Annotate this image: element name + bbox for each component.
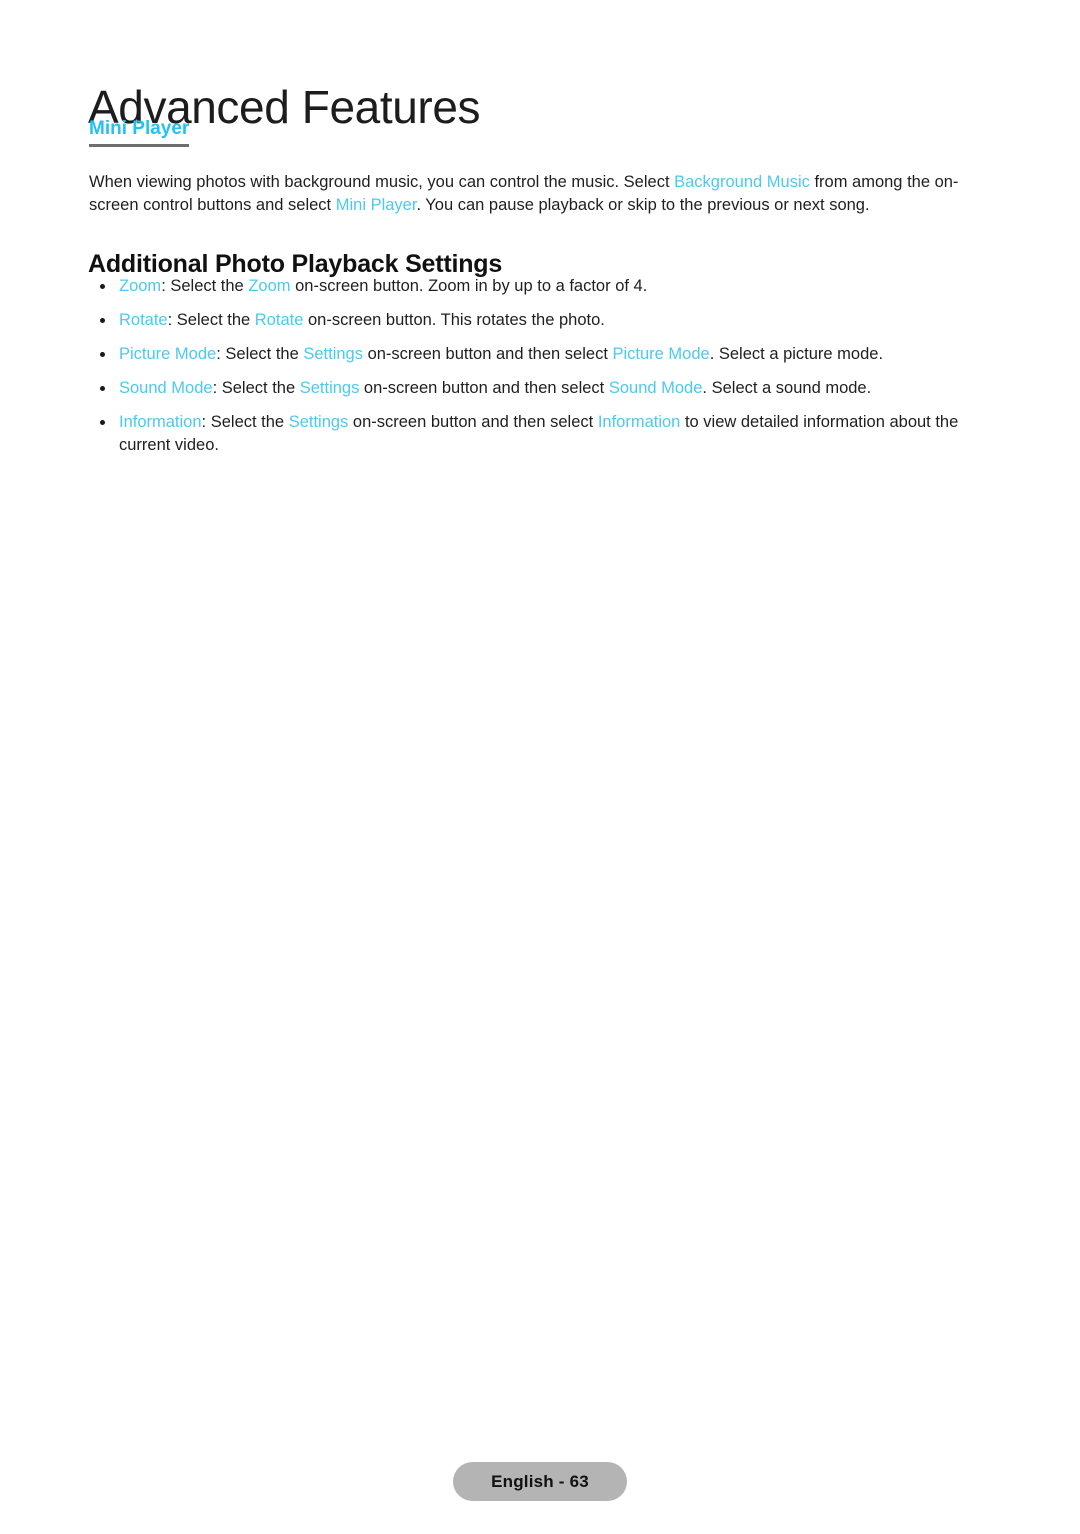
inline-term: Mini Player xyxy=(335,195,417,214)
inline-text: on-screen button and then select xyxy=(348,413,598,431)
intro-paragraph: When viewing photos with background musi… xyxy=(89,171,994,217)
inline-term: Zoom xyxy=(119,277,162,295)
page-number-label: English - 63 xyxy=(491,1471,589,1491)
document-page: Advanced Features Mini Player When viewi… xyxy=(0,0,1080,1534)
inline-text: on-screen button. Zoom in by up to a fac… xyxy=(290,277,648,295)
inline-term: Rotate xyxy=(119,311,168,329)
inline-term: Settings xyxy=(303,345,363,363)
inline-term: Background Music xyxy=(674,172,810,191)
inline-text: on-screen button. This rotates the photo… xyxy=(303,311,605,329)
inline-text: : Select the xyxy=(201,413,289,431)
bullet-dot-icon xyxy=(100,420,105,425)
inline-text: on-screen button and then select xyxy=(362,345,613,363)
sub-heading-group: Mini Player xyxy=(89,118,190,147)
inline-text: : Select the xyxy=(167,311,255,329)
list-item: Picture Mode: Select the Settings on-scr… xyxy=(89,343,994,366)
inline-term: Sound Mode xyxy=(608,379,703,397)
inline-term: Picture Mode xyxy=(612,345,710,363)
inline-term: Picture Mode xyxy=(119,345,217,363)
inline-text: When viewing photos with background musi… xyxy=(89,172,675,191)
inline-text: : Select the xyxy=(212,379,300,397)
bullet-dot-icon xyxy=(100,284,105,289)
list-item: Zoom: Select the Zoom on-screen button. … xyxy=(89,275,994,298)
inline-term: Sound Mode xyxy=(119,379,213,397)
inline-term: Information xyxy=(597,413,681,431)
sub-heading-underline xyxy=(89,143,190,147)
inline-text: on-screen button and then select xyxy=(359,379,609,397)
inline-text: . Select a sound mode. xyxy=(702,379,872,397)
inline-term: Settings xyxy=(299,379,360,397)
inline-term: Information xyxy=(119,413,202,431)
inline-term: Zoom xyxy=(248,277,291,295)
bullet-dot-icon xyxy=(100,318,105,323)
inline-text: . Select a picture mode. xyxy=(709,345,884,363)
sub-heading-mini-player: Mini Player xyxy=(89,118,190,139)
inline-text: . You can pause playback or skip to the … xyxy=(416,195,870,214)
page-footer-badge: English - 63 xyxy=(453,1462,627,1501)
list-item: Sound Mode: Select the Settings on-scree… xyxy=(89,377,994,400)
inline-text: : Select the xyxy=(216,345,304,363)
list-item: Information: Select the Settings on-scre… xyxy=(89,411,994,457)
inline-term: Settings xyxy=(288,413,349,431)
bullet-dot-icon xyxy=(100,386,105,391)
bullet-dot-icon xyxy=(100,352,105,357)
inline-term: Rotate xyxy=(254,311,304,329)
settings-bullet-list: Zoom: Select the Zoom on-screen button. … xyxy=(89,275,994,457)
inline-text: : Select the xyxy=(161,277,249,295)
list-item: Rotate: Select the Rotate on-screen butt… xyxy=(89,309,994,332)
